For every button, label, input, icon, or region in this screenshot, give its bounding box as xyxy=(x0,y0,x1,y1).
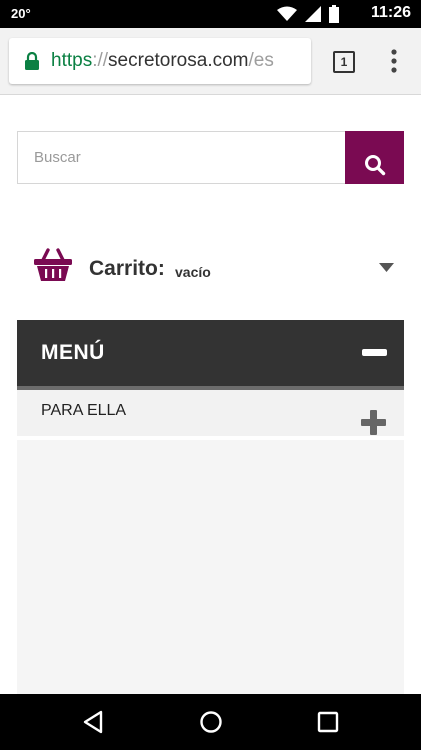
menu-item-para-ella[interactable]: PARA ELLA xyxy=(17,390,404,440)
menu-item-label: PARA ELLA xyxy=(41,402,127,419)
tab-switcher-button[interactable]: 1 xyxy=(333,51,355,73)
lock-icon xyxy=(25,52,39,70)
menu-panel: MENÚ PARA ELLA xyxy=(17,320,404,694)
minus-icon[interactable] xyxy=(362,349,387,356)
basket-icon xyxy=(34,248,72,281)
search-form xyxy=(17,131,404,184)
url-separator: :// xyxy=(92,50,109,71)
cart-label: Carrito: xyxy=(89,257,165,280)
battery-icon xyxy=(329,5,339,23)
address-bar[interactable]: https://secretorosa.com/es xyxy=(9,38,311,84)
status-icons xyxy=(277,4,339,24)
cart-summary[interactable]: Carrito: vacío xyxy=(34,248,404,288)
temperature-text: 20° xyxy=(11,6,31,21)
menu-header[interactable]: MENÚ xyxy=(17,320,404,390)
url-text: https://secretorosa.com/es xyxy=(51,50,274,72)
cart-status: vacío xyxy=(175,264,211,280)
url-path: /es xyxy=(248,50,274,71)
menu-title: MENÚ xyxy=(41,341,105,364)
more-vertical-icon[interactable] xyxy=(386,48,402,74)
search-input[interactable] xyxy=(17,131,345,184)
home-icon[interactable] xyxy=(197,708,225,736)
browser-toolbar: https://secretorosa.com/es 1 xyxy=(0,28,421,95)
url-scheme: https xyxy=(51,50,93,71)
android-nav-bar xyxy=(0,694,421,750)
search-button[interactable] xyxy=(345,131,404,184)
url-host: secretorosa.com xyxy=(108,50,249,71)
tab-count: 1 xyxy=(333,51,355,73)
plus-icon[interactable] xyxy=(361,410,386,435)
recents-icon[interactable] xyxy=(314,708,342,736)
caret-down-icon[interactable] xyxy=(379,263,394,272)
clock-text: 11:26 xyxy=(370,4,411,21)
wifi-icon xyxy=(277,6,297,21)
status-bar: 20° 11:26 xyxy=(0,0,421,28)
search-icon xyxy=(364,155,385,176)
back-icon[interactable] xyxy=(80,708,108,736)
signal-icon xyxy=(305,6,321,22)
